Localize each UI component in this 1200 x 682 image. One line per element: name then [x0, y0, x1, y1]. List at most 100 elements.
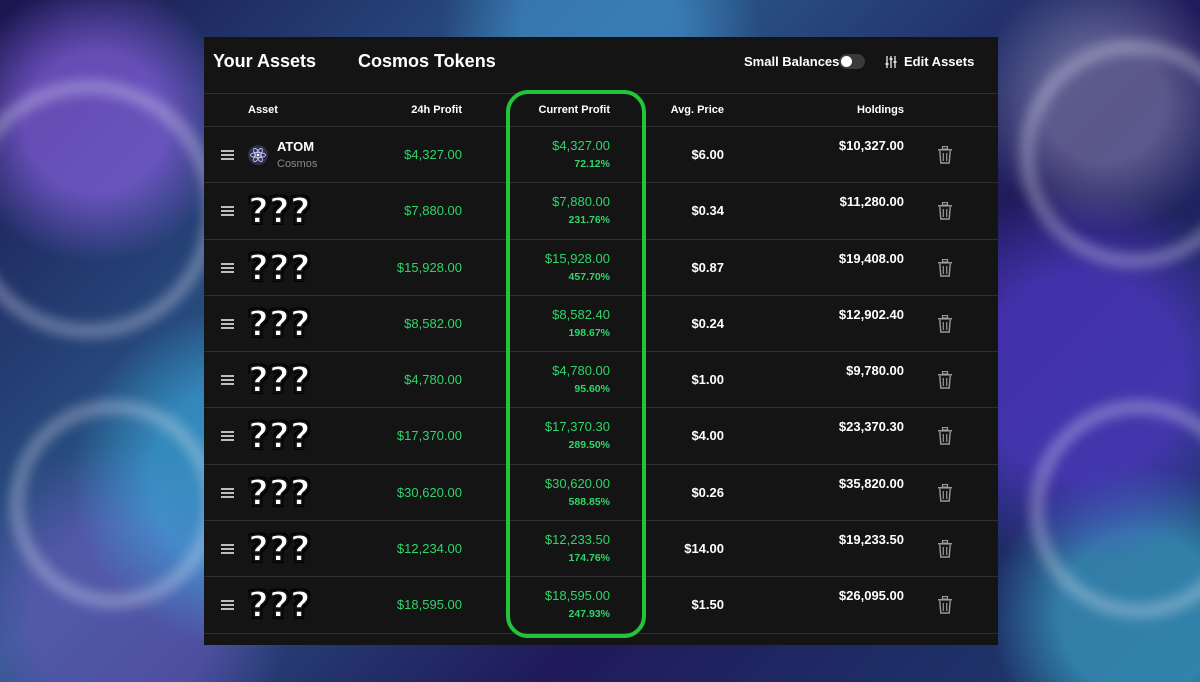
- table-row[interactable]: ATOM Cosmos $4,327.00 $4,327.00 72.12% $…: [204, 127, 998, 184]
- current-profit-value: $30,620.00: [544, 475, 610, 491]
- current-profit-percent: 72.12%: [574, 158, 610, 170]
- current-profit-percent: 198.67%: [568, 326, 610, 339]
- avg-price-cell: $1.00: [691, 372, 724, 388]
- avg-price-cell: $4.00: [691, 428, 724, 444]
- table-header: Asset 24h Profit Current Profit Avg. Pri…: [204, 93, 998, 127]
- current-profit-value: $4,780.00: [552, 363, 610, 379]
- drag-handle-icon[interactable]: [221, 431, 234, 442]
- question-mark-glyph: ???: [247, 247, 312, 289]
- your-assets-title: Your Assets: [213, 51, 317, 71]
- background-atom-decoration: [1020, 40, 1200, 268]
- avg-price-cell: $0.26: [691, 484, 724, 500]
- avg-price-cell: $0.34: [691, 203, 724, 219]
- current-profit-value: $12,233.50: [544, 532, 610, 548]
- trash-icon[interactable]: [937, 540, 953, 558]
- drag-handle-icon[interactable]: [221, 487, 234, 498]
- trash-icon[interactable]: [937, 258, 953, 277]
- holdings-cell: $9,780.00: [846, 363, 904, 379]
- column-header-24h-profit[interactable]: 24h Profit: [408, 104, 462, 116]
- drag-handle-icon[interactable]: [221, 375, 234, 386]
- holdings-cell: $35,820.00: [838, 475, 904, 491]
- profit-24h-cell: $18,595.00: [396, 597, 462, 613]
- toggle-knob: [841, 56, 852, 67]
- question-mark-glyph: ???: [247, 416, 312, 458]
- holdings-cell: $19,233.50: [838, 532, 904, 548]
- holdings-cell: $10,327.00: [838, 138, 904, 153]
- avg-price-cell: $0.24: [691, 315, 724, 331]
- avg-price-cell: $0.87: [691, 259, 724, 275]
- edit-assets-button[interactable]: Edit Assets: [884, 54, 974, 69]
- trash-icon[interactable]: [937, 371, 953, 389]
- avg-price-cell: $14.00: [684, 541, 724, 557]
- trash-icon[interactable]: [937, 427, 953, 446]
- drag-handle-icon[interactable]: [221, 150, 234, 160]
- cosmos-atom-icon: [248, 145, 268, 165]
- drag-handle-icon[interactable]: [221, 544, 234, 555]
- current-profit-value: $8,582.40: [552, 306, 610, 322]
- profit-24h-cell: $4,327.00: [404, 147, 462, 162]
- current-profit-value: $15,928.00: [544, 250, 610, 266]
- table-row[interactable]: ??? $8,582.00 $8,582.40 198.67% $0.24 $1…: [204, 296, 998, 353]
- current-profit-percent: 174.76%: [568, 552, 610, 565]
- edit-assets-label: Edit Assets: [904, 54, 975, 69]
- holdings-cell: $23,370.30: [838, 419, 904, 435]
- profit-24h-cell: $8,582.00: [404, 315, 462, 331]
- table-row[interactable]: ??? $4,780.00 $4,780.00 95.60% $1.00 $9,…: [204, 352, 998, 409]
- background-atom-decoration: [10, 400, 218, 608]
- profit-24h-cell: $17,370.00: [396, 428, 462, 444]
- hidden-asset-question-marks: ???: [247, 360, 312, 402]
- current-profit-percent: 588.85%: [568, 495, 610, 508]
- current-profit-percent: 231.76%: [568, 214, 610, 227]
- column-header-asset[interactable]: Asset: [248, 104, 278, 116]
- question-mark-glyph: ???: [247, 585, 312, 627]
- trash-icon[interactable]: [937, 202, 953, 220]
- small-balances-toggle[interactable]: [839, 54, 865, 69]
- cosmos-tokens-tab[interactable]: Cosmos Tokens: [358, 51, 496, 72]
- question-mark-glyph: ???: [247, 360, 312, 402]
- asset-symbol: ATOM: [277, 139, 315, 154]
- table-row[interactable]: ??? $18,595.00 $18,595.00 247.93% $1.50 …: [204, 577, 998, 634]
- trash-icon[interactable]: [937, 596, 953, 615]
- column-header-current-profit[interactable]: Current Profit: [510, 104, 611, 116]
- trash-icon[interactable]: [937, 146, 953, 164]
- holdings-cell: $26,095.00: [838, 588, 904, 604]
- hidden-asset-question-marks: ???: [247, 247, 312, 289]
- profit-24h-cell: $15,928.00: [396, 259, 462, 275]
- column-header-holdings[interactable]: Holdings: [824, 104, 904, 116]
- profit-24h-cell: $12,234.00: [396, 541, 462, 557]
- current-profit-percent: 247.93%: [568, 608, 610, 621]
- profit-24h-cell: $4,780.00: [404, 372, 462, 388]
- avg-price-cell: $1.50: [691, 597, 724, 613]
- hidden-asset-question-marks: ???: [247, 472, 312, 514]
- table-row[interactable]: ??? $7,880.00 $7,880.00 231.76% $0.34 $1…: [204, 183, 998, 240]
- panel-header: Your Assets Cosmos Tokens Small Balances…: [204, 37, 998, 87]
- current-profit-value: $4,327.00: [552, 138, 610, 153]
- asset-network: Cosmos: [277, 158, 318, 170]
- drag-handle-icon[interactable]: [221, 206, 234, 217]
- background-atom-decoration: [1030, 400, 1200, 618]
- drag-handle-icon[interactable]: [221, 262, 234, 273]
- background-atom-decoration: [0, 80, 218, 338]
- table-row[interactable]: ??? $30,620.00 $30,620.00 588.85% $0.26 …: [204, 465, 998, 522]
- asset-rows: ATOM Cosmos $4,327.00 $4,327.00 72.12% $…: [204, 127, 998, 634]
- question-mark-glyph: ???: [247, 191, 312, 233]
- profit-24h-cell: $7,880.00: [404, 203, 462, 219]
- question-mark-glyph: ???: [247, 529, 312, 571]
- table-row[interactable]: ??? $17,370.00 $17,370.30 289.50% $4.00 …: [204, 408, 998, 465]
- holdings-cell: $12,902.40: [838, 306, 904, 322]
- sliders-icon: [885, 55, 897, 68]
- profit-24h-cell: $30,620.00: [396, 484, 462, 500]
- table-row[interactable]: ??? $12,234.00 $12,233.50 174.76% $14.00…: [204, 521, 998, 578]
- table-row[interactable]: ??? $15,928.00 $15,928.00 457.70% $0.87 …: [204, 240, 998, 296]
- drag-handle-icon[interactable]: [221, 600, 234, 611]
- current-profit-value: $7,880.00: [552, 194, 610, 210]
- avg-price-cell: $6.00: [691, 147, 724, 162]
- current-profit-value: $18,595.00: [544, 588, 610, 604]
- trash-icon[interactable]: [937, 314, 953, 333]
- small-balances-label: Small Balances: [744, 54, 840, 69]
- trash-icon[interactable]: [937, 483, 953, 502]
- column-header-avg-price[interactable]: Avg. Price: [659, 104, 724, 116]
- hidden-asset-question-marks: ???: [247, 585, 312, 627]
- drag-handle-icon[interactable]: [221, 318, 234, 329]
- hidden-asset-question-marks: ???: [247, 191, 312, 233]
